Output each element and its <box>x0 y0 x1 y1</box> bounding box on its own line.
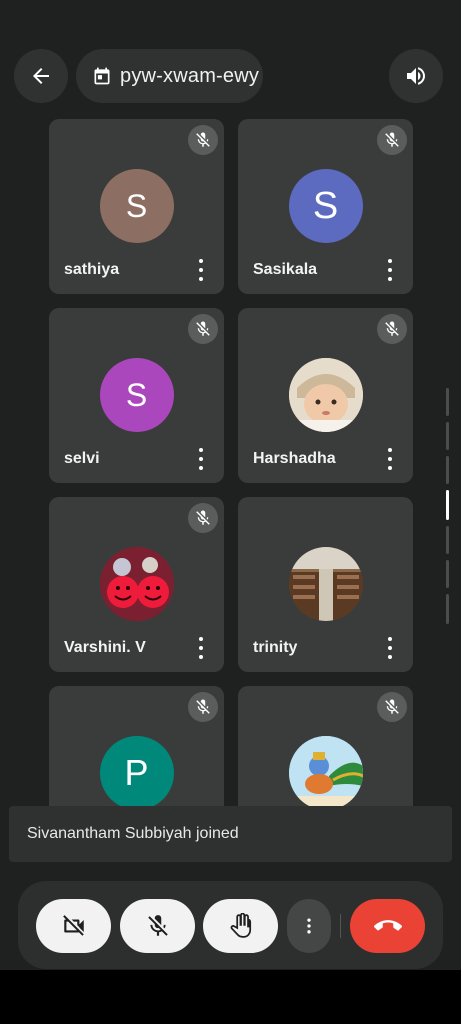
raise-hand-button[interactable] <box>203 899 278 953</box>
divider <box>340 914 341 938</box>
meeting-code: pyw-xwam-ewy <box>120 64 260 87</box>
hang-up-icon <box>373 920 402 931</box>
avatar: S <box>99 169 174 243</box>
volume-icon <box>407 67 425 85</box>
mic-off-icon <box>377 314 407 344</box>
participant-tile[interactable]: S sathiya <box>49 119 224 294</box>
navigation-bar-area <box>0 970 461 1024</box>
mic-off-icon <box>188 314 218 344</box>
participant-tile[interactable]: S Sasikala <box>238 119 413 294</box>
scrollbar[interactable] <box>445 388 451 628</box>
more-vertical-icon <box>307 918 311 934</box>
mic-off-icon <box>188 692 218 722</box>
meeting-code-chip[interactable]: pyw-xwam-ewy <box>76 49 263 103</box>
more-vertical-icon[interactable] <box>196 259 206 281</box>
mic-off-icon <box>188 503 218 533</box>
avatar-photo <box>288 736 363 810</box>
mic-off-icon <box>377 125 407 155</box>
mic-off-icon <box>188 125 218 155</box>
participant-tile[interactable]: S selvi <box>49 308 224 483</box>
camera-toggle-button[interactable] <box>36 899 111 953</box>
calendar-icon <box>94 67 110 85</box>
call-controls-bar <box>18 881 443 969</box>
participant-name: Varshini. V <box>64 639 146 656</box>
arrow-left-icon <box>33 68 49 84</box>
participant-name: sathiya <box>64 261 120 278</box>
more-vertical-icon[interactable] <box>385 637 395 659</box>
more-vertical-icon[interactable] <box>196 448 206 470</box>
participant-tile[interactable]: trinity <box>238 497 413 672</box>
avatar: S <box>99 358 174 432</box>
avatar: S <box>288 169 363 243</box>
avatar: P <box>99 736 174 810</box>
join-toast: Sivanantham Subbiyah joined <box>9 806 452 862</box>
participant-name: Harshadha <box>253 450 336 467</box>
participant-tile[interactable]: Harshadha <box>238 308 413 483</box>
participant-name: selvi <box>64 450 100 467</box>
avatar-photo <box>99 547 174 621</box>
speaker-button[interactable] <box>389 49 443 103</box>
meeting-screen: pyw-xwam-ewy S sathiya S Sasikala S selv… <box>0 0 461 970</box>
camera-off-icon <box>62 915 84 936</box>
mic-off-icon <box>147 915 168 936</box>
more-vertical-icon[interactable] <box>385 448 395 470</box>
avatar-photo <box>288 358 363 432</box>
more-vertical-icon[interactable] <box>385 259 395 281</box>
participant-tile[interactable]: Varshini. V <box>49 497 224 672</box>
mic-off-icon <box>377 692 407 722</box>
more-vertical-icon[interactable] <box>196 637 206 659</box>
more-options-button[interactable] <box>287 899 331 953</box>
mic-toggle-button[interactable] <box>120 899 195 953</box>
participant-name: trinity <box>253 639 298 656</box>
hang-up-button[interactable] <box>350 899 425 953</box>
raise-hand-icon <box>230 913 251 938</box>
avatar-photo <box>288 547 363 621</box>
participant-name: Sasikala <box>253 261 318 278</box>
back-button[interactable] <box>14 49 68 103</box>
